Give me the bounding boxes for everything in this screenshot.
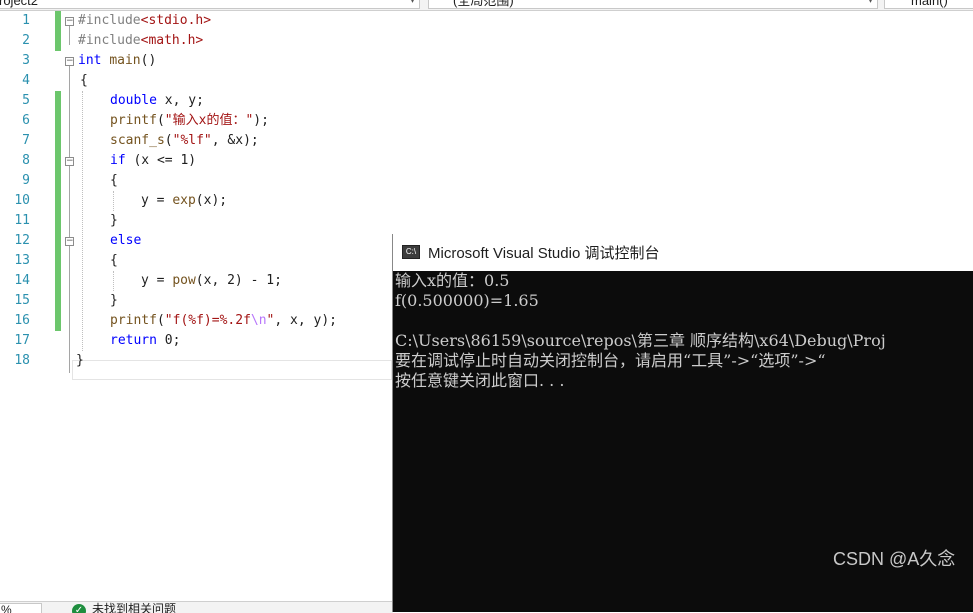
line-number: 3 xyxy=(22,53,30,68)
code-line-18: } xyxy=(76,353,84,368)
line-number: 4 xyxy=(22,73,30,88)
indent-guide xyxy=(113,191,115,211)
current-line-highlight xyxy=(72,360,392,380)
function-dropdown[interactable]: main() xyxy=(884,0,973,9)
line-number: 1 xyxy=(22,13,30,28)
console-line: 输入x的值：0.5 xyxy=(395,271,510,290)
code-line-15: } xyxy=(110,293,118,308)
code-line-14: y = pow(x, 2) - 1; xyxy=(141,273,282,288)
console-title: Microsoft Visual Studio 调试控制台 xyxy=(428,245,660,262)
chevron-down-icon: ▾ xyxy=(409,0,415,6)
code-line-10: y = exp(x); xyxy=(141,193,228,208)
code-line-5: double x, y; xyxy=(110,93,204,108)
navigation-bar: roject2 ▾ (全局范围) ▾ main() xyxy=(0,0,973,11)
line-number: 8 xyxy=(22,153,30,168)
debug-console-window[interactable]: C:\ Microsoft Visual Studio 调试控制台 输入x的值：… xyxy=(392,234,973,612)
line-number: 9 xyxy=(22,173,30,188)
fold-line xyxy=(69,25,70,45)
line-number: 5 xyxy=(22,93,30,108)
fold-line xyxy=(69,65,70,373)
console-line: 按任意键关闭此窗口. . . xyxy=(395,371,565,390)
collapse-icon[interactable]: − xyxy=(65,57,74,66)
code-line-7: scanf_s("%lf", &x); xyxy=(110,133,259,148)
line-number: 10 xyxy=(14,193,30,208)
console-title-bar[interactable]: C:\ Microsoft Visual Studio 调试控制台 xyxy=(393,234,973,271)
indent-guide xyxy=(113,271,115,291)
chevron-down-icon: ▾ xyxy=(867,0,873,6)
line-number: 18 xyxy=(14,353,30,368)
status-bar: % ✓ 未找到相关问题 xyxy=(0,601,393,613)
code-line-3: int main() xyxy=(78,53,157,68)
line-number: 11 xyxy=(14,213,30,228)
code-line-9: { xyxy=(110,173,118,188)
code-line-11: } xyxy=(110,213,118,228)
code-line-16: printf("f(%f)=%.2f\n", x, y); xyxy=(110,313,337,328)
code-line-8: if (x <= 1) xyxy=(110,153,197,168)
code-line-4: { xyxy=(80,73,88,88)
change-indicator xyxy=(55,11,61,51)
issues-status[interactable]: 未找到相关问题 xyxy=(92,602,176,613)
line-number: 15 xyxy=(14,293,30,308)
code-line-13: { xyxy=(110,253,118,268)
scope-dropdown[interactable]: (全局范围) ▾ xyxy=(428,0,878,9)
watermark: CSDN @A久念 xyxy=(833,549,956,569)
line-number: 12 xyxy=(14,233,30,248)
function-name: main() xyxy=(911,0,948,8)
collapse-icon[interactable]: − xyxy=(65,237,74,246)
code-line-1: #include<stdio.h> xyxy=(78,13,212,28)
line-number: 16 xyxy=(14,313,30,328)
indent-guide xyxy=(82,91,84,351)
console-line: 要在调试停止时自动关闭控制台，请启用“工具”->“选项”->“ xyxy=(395,351,826,370)
console-app-icon: C:\ xyxy=(402,245,420,259)
collapse-icon[interactable]: − xyxy=(65,157,74,166)
code-line-12: else xyxy=(110,233,142,248)
project-name: roject2 xyxy=(0,0,39,8)
console-line: C:\Users\86159\source\repos\第三章 顺序结构\x64… xyxy=(395,331,886,350)
line-number: 13 xyxy=(14,253,30,268)
code-line-2: #include<math.h> xyxy=(78,33,204,48)
project-dropdown[interactable]: roject2 ▾ xyxy=(0,0,420,9)
line-number: 14 xyxy=(14,273,30,288)
line-number: 6 xyxy=(22,113,30,128)
line-number: 17 xyxy=(14,333,30,348)
line-number: 2 xyxy=(22,33,30,48)
code-line-17: return 0; xyxy=(110,333,181,348)
collapse-icon[interactable]: − xyxy=(65,17,74,26)
change-indicator xyxy=(55,91,61,331)
code-line-6: printf("输入x的值："); xyxy=(110,113,269,128)
line-number: 7 xyxy=(22,133,30,148)
console-line: f(0.500000)=1.65 xyxy=(395,291,539,310)
scope-name: (全局范围) xyxy=(453,0,514,8)
